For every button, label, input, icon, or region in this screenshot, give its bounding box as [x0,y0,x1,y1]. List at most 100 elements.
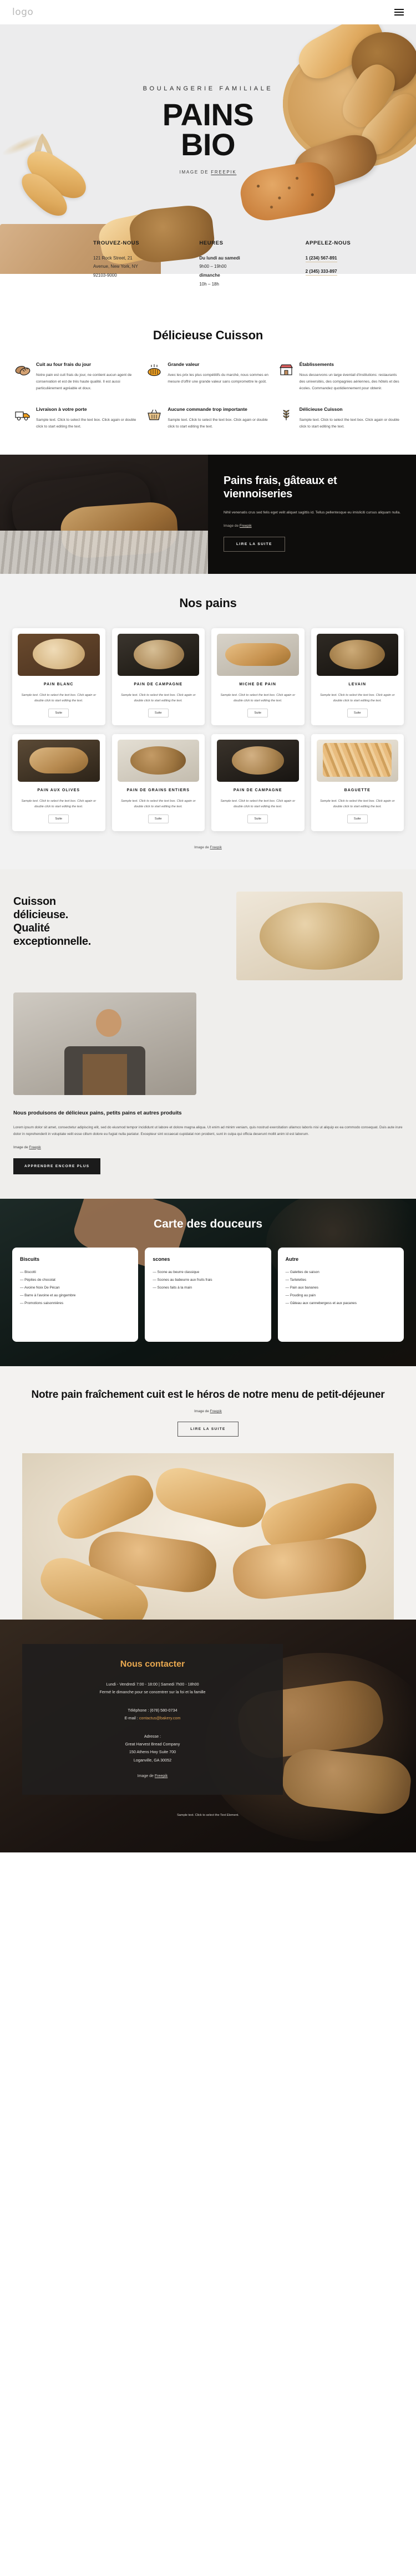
banner-image [0,455,208,574]
hero-image-credit: IMAGE DE FREEPIK [179,169,237,175]
product-more-link[interactable]: Suite [148,814,169,824]
product-more-link[interactable]: Suite [48,709,69,718]
hero-credit-link[interactable]: FREEPIK [211,170,236,175]
product-name: PAIN DE CAMPAGNE [134,683,183,687]
breakfast-heading: Notre pain fraîchement cuit est le héros… [31,1388,385,1401]
product-card[interactable]: PAIN DE CAMPAGNE Sample text. Click to s… [211,734,305,832]
product-more-link[interactable]: Suite [247,814,268,824]
footer-hours: Lundi - Vendredi 7:00 - 18:00 | Samedi 7… [39,1681,266,1697]
product-name: PAIN AUX OLIVES [37,788,80,793]
product-description: Sample text. Click to select the text bo… [220,693,296,702]
products-grid: PAIN BLANC Sample text. Click to select … [0,610,416,832]
menu-list-item: Scones au babeurre aux fruits frais [153,1276,263,1284]
breakfast-section: Notre pain fraîchement cuit est le héros… [0,1366,416,1620]
product-more-link[interactable]: Suite [347,709,368,718]
page-root: logo BOULANGERIE FAMILIALE PAINS BIO IMA… [0,0,416,1852]
product-name: PAIN DE CAMPAGNE [233,788,282,793]
product-card[interactable]: PAIN DE GRAINS ENTIERS Sample text. Clic… [111,734,205,832]
phone-link-1[interactable]: 1 (234) 567-891 [305,255,337,262]
quality-credit-link[interactable]: Freepik [29,1146,40,1149]
product-image [18,740,100,782]
feature-item: Délicieuse Cuisson Sample text. Click to… [278,406,402,430]
product-description: Sample text. Click to select the text bo… [120,799,196,809]
product-image [117,740,199,782]
footer-hours-line-1: Lundi - Vendredi 7:00 - 18:00 | Samedi 7… [106,1681,199,1687]
baker-head [95,1009,121,1037]
feature-text: Notre pain est cuit frais du jour, ne co… [36,373,132,390]
contact-heading-phone: APPELEZ-NOUS [305,240,351,246]
address-line-2: Avenue, New York, NY [93,264,138,269]
products-section: Nos pains PAIN BLANC Sample text. Click … [0,574,416,870]
hours-sunday-value: 10h – 18h [199,281,219,287]
breakfast-read-more-button[interactable]: LIRE LA SUITE [177,1421,239,1437]
product-description: Sample text. Click to select the text bo… [21,799,97,809]
bakery-shop-icon [278,362,295,392]
product-card[interactable]: BAGUETTE Sample text. Click to select th… [311,734,404,832]
footer-email-label: E-mail : [124,1715,139,1721]
footer-address-line-1: Great Harvest Bread Company [125,1741,180,1747]
product-more-link[interactable]: Suite [347,814,368,824]
menu-card-heading: Autre [285,1256,299,1262]
banner-paragraph: Nihil venenatis crus sed felis eget veli… [224,511,401,515]
bread-loaves-icon [14,362,31,392]
footer-image-credit: Image de Freepik [137,1774,168,1779]
top-bar: logo [0,0,416,24]
menu-list-item: Galettes de saison [286,1269,396,1276]
quality-bread-image [236,892,403,981]
hero-title-line-1: PAINS [162,97,254,132]
product-name: PAIN BLANC [43,683,74,687]
menu-card-heading: scones [153,1256,170,1262]
product-card[interactable]: PAIN BLANC Sample text. Click to select … [12,628,105,726]
product-image [316,634,398,676]
breakfast-credit-link[interactable]: Freepik [210,1409,222,1413]
phone-link-2[interactable]: 2 (345) 333-897 [305,268,337,276]
hero-title: PAINS BIO [0,97,416,162]
quality-heading: Cuisson délicieuse. Qualité exceptionnel… [13,895,226,948]
product-card[interactable]: LEVAIN Sample text. Click to select the … [311,628,404,726]
menu-card-other: Autre Galettes de saison Tartelettes Pai… [277,1247,404,1342]
site-logo[interactable]: logo [12,7,33,18]
footer-contact-card: Nous contacter Lundi - Vendredi 7:00 - 1… [22,1643,283,1795]
product-image [316,740,398,782]
baker-apron [83,1054,127,1096]
wheat-icon [278,406,295,430]
contact-column-phone: APPELEZ-NOUS 1 (234) 567-891 2 (345) 333… [305,240,404,288]
product-card[interactable]: PAIN AUX OLIVES Sample text. Click to se… [12,734,105,832]
menu-list-item: Tartelettes [286,1276,396,1284]
quality-section: Cuisson délicieuse. Qualité exceptionnel… [0,869,416,1199]
product-more-link[interactable]: Suite [247,709,268,718]
feature-item: Aucune commande trop importante Sample t… [146,406,270,430]
footer-section: Nous contacter Lundi - Vendredi 7:00 - 1… [0,1619,416,1852]
quality-heading-line-4: exceptionnelle. [13,935,91,948]
footer-address-line-2: 150 Athens Hwy Suite 700 [129,1749,176,1755]
footer-address: Adresse : Great Harvest Bread Company 15… [39,1733,266,1765]
product-more-link[interactable]: Suite [148,709,169,718]
feature-title: Cuit au four frais du jour [36,362,92,368]
footer-email-link[interactable]: contactus@bakery.com [139,1715,181,1720]
product-description: Sample text. Click to select the text bo… [319,799,395,809]
feature-title: Délicieuse Cuisson [299,406,343,413]
menu-card-list: Scone au beurre classique Scones au babe… [153,1269,263,1292]
banner-credit-link[interactable]: Freepik [240,524,252,528]
quality-image-credit: Image de Freepik [13,1145,41,1149]
products-credit-link[interactable]: Freepik [210,846,222,849]
feature-text: Sample text. Click to select the text bo… [299,418,399,429]
menu-grid: Biscuits Biscotti Pépites de chocolat Av… [0,1231,416,1342]
quality-learn-more-button[interactable]: APPRENDRE ENCORE PLUS [13,1158,101,1174]
hamburger-icon[interactable] [394,8,404,16]
footer-phone[interactable]: Téléphone : (678) 580-0734 [39,1707,266,1714]
product-more-link[interactable]: Suite [48,814,69,824]
hero-title-line-2: BIO [180,126,236,162]
footer-credit-link[interactable]: Freepik [155,1774,168,1778]
footer-address-label: Adresse : [144,1733,161,1739]
feature-item: Livraison à votre porte Sample text. Cli… [14,406,138,430]
product-card[interactable]: MICHE DE PAIN Sample text. Click to sele… [211,628,305,726]
product-description: Sample text. Click to select the text bo… [220,799,296,809]
menu-title: Carte des douceurs [153,1217,263,1230]
banner-image-credit: Image de Freepik [224,524,252,528]
product-card[interactable]: PAIN DE CAMPAGNE Sample text. Click to s… [111,628,205,726]
product-image [18,634,100,676]
banner-read-more-button[interactable]: LIRE LA SUITE [224,537,285,552]
contact-address: 121 Rock Street, 21 Avenue, New York, NY… [93,254,191,280]
shopping-basket-icon [146,406,163,430]
